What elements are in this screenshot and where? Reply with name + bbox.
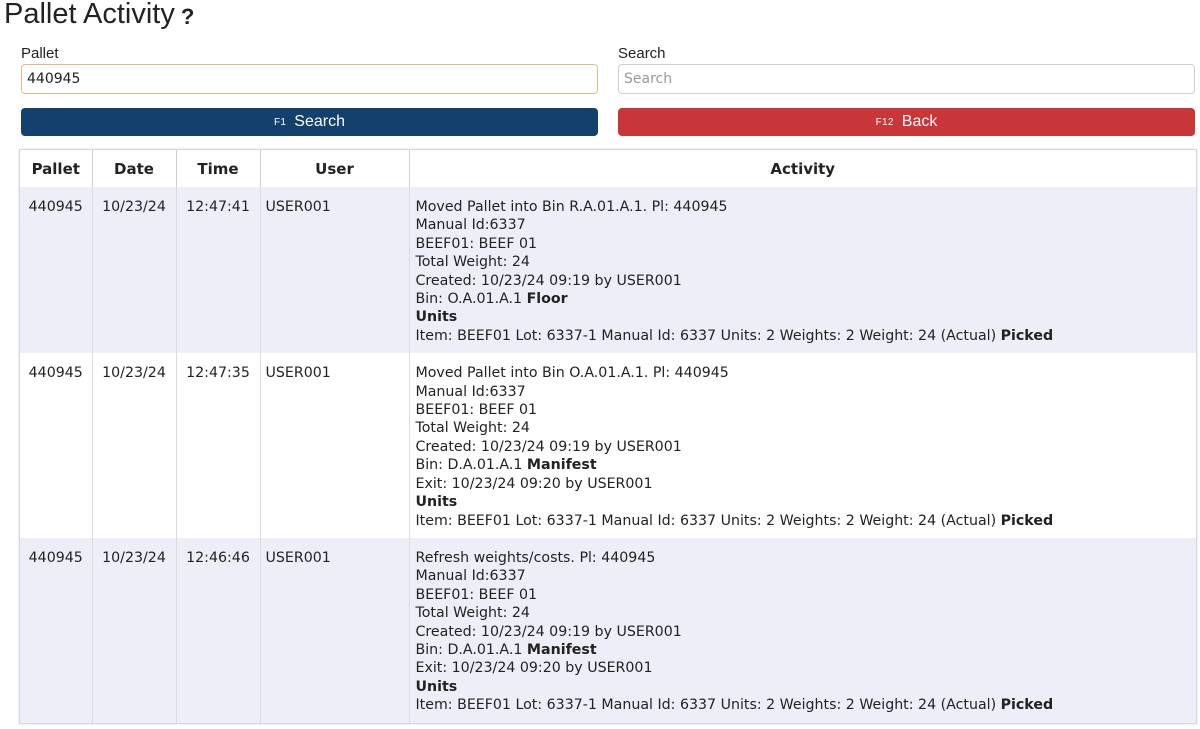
search-button[interactable]: F1 Search: [21, 108, 598, 136]
help-icon[interactable]: ?: [181, 4, 194, 30]
table-row[interactable]: 440945 10/23/24 12:47:41 USER001 Moved Palle…: [20, 187, 1197, 354]
activity-line: Item: BEEF01 Lot: 6337-1 Manual Id: 6337…: [416, 327, 1197, 345]
activity-line-text: Manual Id:6337: [415, 568, 526, 585]
activity-line-status: Floor: [526, 291, 568, 308]
activity-line-text: Moved Pallet into Bin R.A.01.A.1. Pl: 44…: [415, 199, 728, 215]
activity-line-text: Item: BEEF01 Lot: 6337-1 Manual Id: 6337…: [415, 697, 1001, 714]
activity-line-text: Created: 10/23/24 09:19 by USER001: [415, 272, 682, 289]
table-body: 440945 10/23/24 12:47:41 USER001 Moved Palle…: [20, 187, 1196, 723]
activity-line-status: Units: [415, 494, 458, 511]
header-activity[interactable]: Activity: [409, 150, 1196, 187]
activity-line: Item: BEEF01 Lot: 6337-1 Manual Id: 6337…: [416, 512, 1197, 530]
cell-date: 10/23/24: [92, 353, 177, 538]
activity-line: Item: BEEF01 Lot: 6337-1 Manual Id: 6337…: [416, 696, 1197, 714]
pallet-label: Pallet: [21, 45, 59, 62]
cell-user: USER001: [260, 537, 410, 723]
header-pallet[interactable]: Pallet: [20, 150, 93, 187]
activity-line: Units: [416, 308, 1197, 326]
header-date[interactable]: Date: [92, 150, 177, 187]
activity-line-text: Bin: D.A.01.A.1: [415, 641, 527, 658]
activity-line: Units: [416, 493, 1197, 511]
activity-line-text: Bin: D.A.01.A.1: [415, 457, 527, 474]
search-label: Search: [618, 45, 666, 62]
activity-line-text: BEEF01: BEEF 01: [415, 402, 538, 419]
activity-line-text: Total Weight: 24: [415, 605, 530, 622]
activity-line: Manual Id:6337: [416, 567, 1197, 585]
activity-line: BEEF01: BEEF 01: [416, 586, 1197, 604]
activity-line-text: Manual Id:6337: [415, 383, 526, 400]
activity-line: BEEF01: BEEF 01: [416, 235, 1197, 253]
activity-line: Moved Pallet into Bin O.A.01.A.1. Pl: 44…: [416, 364, 1197, 382]
back-button-label: Back: [901, 113, 938, 130]
cell-activity: Refresh weights/costs. Pl: 440945 Manual …: [409, 537, 1197, 723]
activity-line: BEEF01: BEEF 01: [416, 401, 1197, 419]
activity-line: Bin: D.A.01.A.1 Manifest: [416, 641, 1197, 659]
activity-line: Manual Id:6337: [416, 383, 1197, 401]
activity-table-container: Pallet Date Time User Activity 440945 10/…: [19, 149, 1197, 724]
search-button-label: Search: [294, 113, 345, 130]
activity-line: Total Weight: 24: [416, 419, 1197, 437]
activity-line-status: Units: [415, 678, 458, 695]
activity-line-text: Total Weight: 24: [415, 254, 530, 271]
activity-line: Units: [416, 678, 1197, 696]
activity-line: Refresh weights/costs. Pl: 440945: [416, 549, 1197, 567]
activity-line-text: BEEF01: BEEF 01: [415, 586, 538, 603]
activity-line: Created: 10/23/24 09:19 by USER001: [416, 438, 1197, 456]
pallet-input[interactable]: [21, 64, 598, 94]
cell-pallet: 440945: [20, 537, 93, 723]
page-title-text: Pallet Activity: [4, 0, 175, 30]
activity-line-text: Bin: O.A.01.A.1: [415, 291, 527, 308]
back-button-key: F12: [875, 116, 894, 128]
back-button[interactable]: F12 Back: [618, 108, 1195, 136]
activity-line: Exit: 10/23/24 09:20 by USER001: [416, 475, 1197, 493]
activity-line: Bin: D.A.01.A.1 Manifest: [416, 456, 1197, 474]
page-title: Pallet Activity?: [4, 0, 194, 31]
header-time[interactable]: Time: [176, 150, 261, 187]
activity-line: Bin: O.A.01.A.1 Floor: [416, 290, 1197, 308]
cell-user: USER001: [260, 187, 410, 354]
activity-line-status: Picked: [1000, 697, 1054, 714]
activity-line: Total Weight: 24: [416, 604, 1197, 622]
activity-line-text: Created: 10/23/24 09:19 by USER001: [415, 438, 682, 455]
activity-line: Manual Id:6337: [416, 216, 1197, 234]
activity-table: Pallet Date Time User Activity 440945 10/…: [20, 150, 1196, 723]
cell-time: 12:47:35: [176, 353, 261, 538]
cell-date: 10/23/24: [92, 187, 177, 354]
activity-line: Created: 10/23/24 09:19 by USER001: [416, 272, 1197, 290]
cell-user: USER001: [260, 353, 410, 538]
cell-activity: Moved Pallet into Bin O.A.01.A.1. Pl: 44…: [409, 353, 1196, 538]
activity-line-text: Exit: 10/23/24 09:20 by USER001: [415, 660, 653, 677]
activity-line-status: Manifest: [526, 457, 597, 474]
activity-line: Exit: 10/23/24 09:20 by USER001: [416, 659, 1197, 677]
cell-time: 12:47:41: [176, 187, 261, 354]
activity-line-text: Moved Pallet into Bin O.A.01.A.1. Pl: 44…: [415, 365, 729, 382]
cell-activity: Moved Pallet into Bin R.A.01.A.1. Pl: 44…: [409, 187, 1197, 354]
activity-line-text: Item: BEEF01 Lot: 6337-1 Manual Id: 6337…: [415, 512, 1001, 529]
activity-line: Created: 10/23/24 09:19 by USER001: [416, 623, 1197, 641]
search-input[interactable]: [618, 64, 1195, 94]
header-user[interactable]: User: [260, 150, 410, 187]
table-row[interactable]: 440945 10/23/24 12:47:35 USER001 Moved Palle…: [20, 353, 1196, 538]
activity-line: Moved Pallet into Bin R.A.01.A.1. Pl: 44…: [416, 198, 1197, 216]
activity-line-text: Created: 10/23/24 09:19 by USER001: [415, 623, 682, 640]
activity-line-status: Manifest: [526, 641, 597, 658]
activity-line-text: Item: BEEF01 Lot: 6337-1 Manual Id: 6337…: [415, 327, 1001, 344]
cell-date: 10/23/24: [92, 537, 177, 723]
activity-line-text: BEEF01: BEEF 01: [415, 235, 538, 252]
activity-line-text: Exit: 10/23/24 09:20 by USER001: [415, 475, 653, 492]
activity-line-text: Total Weight: 24: [415, 420, 530, 437]
activity-line-text: Manual Id:6337: [415, 217, 526, 234]
cell-pallet: 440945: [20, 353, 93, 538]
activity-line-status: Picked: [1000, 512, 1054, 529]
activity-line-status: Units: [415, 309, 458, 326]
activity-line: Total Weight: 24: [416, 253, 1197, 271]
search-button-key: F1: [274, 116, 287, 128]
activity-line-status: Picked: [1000, 327, 1054, 344]
cell-time: 12:46:46: [176, 537, 261, 723]
cell-pallet: 440945: [20, 187, 93, 354]
table-header-row: Pallet Date Time User Activity: [20, 150, 1196, 187]
activity-line-text: Refresh weights/costs. Pl: 440945: [415, 549, 656, 566]
table-row[interactable]: 440945 10/23/24 12:46:46 USER001 Refresh wei…: [20, 537, 1197, 723]
